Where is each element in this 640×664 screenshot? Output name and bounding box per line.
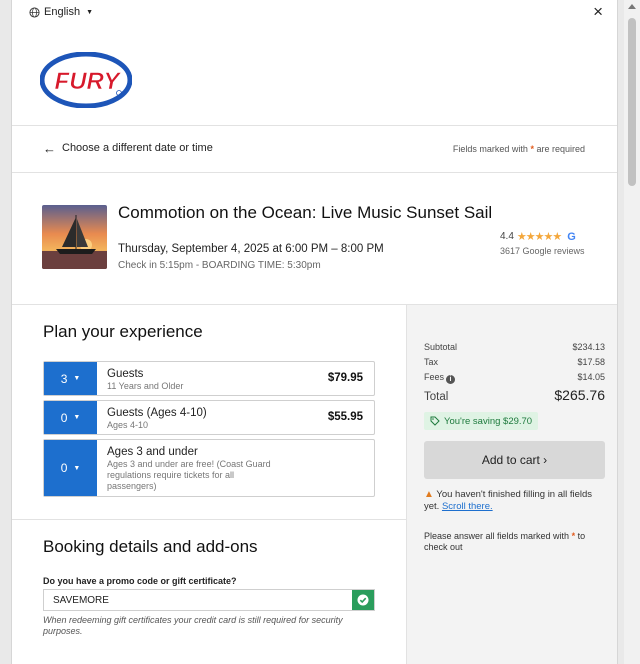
order-summary: Subtotal $234.13 Tax $17.58 Fees i $14.05… <box>406 305 617 664</box>
savings-badge: You're saving $29.70 <box>424 412 539 430</box>
tax-value: $17.58 <box>577 357 605 367</box>
check-icon[interactable] <box>352 590 374 610</box>
event-thumbnail <box>42 205 107 269</box>
booking-title: Booking details and add-ons <box>43 537 258 556</box>
star-rating-icon: ★★★★★ <box>516 231 562 243</box>
ticket-description: Ages 4-10 <box>107 420 149 430</box>
total-row: Total $265.76 <box>424 387 605 403</box>
google-rating[interactable]: 4.4 ★★★★★ G <box>500 230 576 244</box>
plan-title: Plan your experience <box>43 322 203 341</box>
warning-icon: ▲ <box>424 489 434 500</box>
event-summary: Commotion on the Ocean: Live Music Sunse… <box>12 174 617 305</box>
savings-text: You're saving $29.70 <box>444 415 533 427</box>
back-link[interactable]: ← Choose a different date or time <box>43 140 213 156</box>
fees-label: Fees <box>424 372 445 382</box>
arrow-left-icon: ← <box>43 140 56 156</box>
ticket-row: 0 ▼ Guests (Ages 4-10) Ages 4-10 $55.95 <box>43 400 375 435</box>
rating-value: 4.4 <box>500 231 514 242</box>
promo-label: Do you have a promo code or gift certifi… <box>43 576 237 586</box>
ticket-description: Ages 3 and under are free! (Coast Guard … <box>107 459 271 491</box>
back-label: Choose a different date or time <box>62 142 213 154</box>
globe-icon <box>29 6 40 18</box>
add-to-cart-button[interactable]: Add to cart › <box>424 441 605 479</box>
total-value: $265.76 <box>554 387 605 403</box>
ticket-name: Guests (Ages 4-10) <box>107 407 207 419</box>
top-bar: English ▼ × <box>12 0 617 26</box>
subtotal-row: Subtotal $234.13 <box>424 342 605 352</box>
ticket-name: Guests <box>107 368 144 380</box>
tag-icon <box>430 416 440 426</box>
required-prefix: Fields marked with <box>452 144 528 154</box>
caret-down-icon: ▼ <box>86 8 94 16</box>
quantity-select[interactable]: 0 ▼ <box>44 440 97 496</box>
fees-value: $14.05 <box>577 372 605 382</box>
close-icon[interactable]: × <box>593 3 603 20</box>
booking-panel: English ▼ × FURY ← Choose a different da… <box>11 0 618 664</box>
info-icon[interactable]: i <box>446 375 456 384</box>
quantity-value: 3 <box>60 371 68 386</box>
quantity-value: 0 <box>60 461 68 475</box>
checkout-note: Please answer all fields marked with * t… <box>424 531 605 553</box>
quantity-select[interactable]: 3 ▼ <box>44 362 97 395</box>
tax-label: Tax <box>424 357 439 367</box>
incomplete-warning: ▲ You haven't finished filling in all fi… <box>424 489 605 513</box>
promo-code-input[interactable] <box>44 590 352 610</box>
nav-row: ← Choose a different date or time Fields… <box>12 127 617 173</box>
plan-section: Plan your experience 3 ▼ Guests 11 Years … <box>12 305 406 664</box>
logo-area: FURY <box>12 26 617 126</box>
brand-logo: FURY <box>40 52 132 108</box>
language-selector[interactable]: English ▼ <box>29 6 93 18</box>
google-icon: G <box>567 230 576 243</box>
ticket-description: 11 Years and Older <box>107 381 184 391</box>
promo-field <box>43 589 375 611</box>
event-title: Commotion on the Ocean: Live Music Sunse… <box>118 203 493 222</box>
event-date: Thursday, September 4, 2025 at 6:00 PM –… <box>118 243 384 255</box>
answer-star: * <box>571 531 576 541</box>
total-label: Total <box>424 391 449 403</box>
caret-down-icon: ▼ <box>73 375 81 382</box>
caret-down-icon: ▼ <box>73 464 81 472</box>
answer-prefix: Please answer all fields marked with <box>424 531 570 541</box>
ticket-row: 3 ▼ Guests 11 Years and Older $79.95 <box>43 361 375 396</box>
ticket-price: $55.95 <box>327 411 363 423</box>
language-label: English <box>44 6 81 18</box>
divider <box>12 519 406 520</box>
quantity-select[interactable]: 0 ▼ <box>44 401 97 434</box>
ticket-name: Ages 3 and under <box>107 446 198 458</box>
svg-text:FURY: FURY <box>55 68 122 95</box>
ticket-price: $79.95 <box>327 372 363 384</box>
quantity-value: 0 <box>60 410 68 425</box>
subtotal-label: Subtotal <box>424 342 458 352</box>
fees-row: Fees i $14.05 <box>424 372 605 384</box>
ticket-row: 0 ▼ Ages 3 and under Ages 3 and under are… <box>43 439 375 497</box>
required-star: * <box>530 144 534 154</box>
required-note: Fields marked with * are required <box>453 144 585 154</box>
subtotal-value: $234.13 <box>572 342 605 352</box>
scrollbar-thumb[interactable] <box>628 18 636 186</box>
caret-down-icon: ▼ <box>73 414 81 421</box>
event-checkin: Check in 5:15pm - BOARDING TIME: 5:30pm <box>118 260 321 271</box>
scroll-up-icon[interactable] <box>628 4 636 9</box>
page-scrollbar[interactable] <box>624 0 640 664</box>
promo-note: When redeeming gift certificates your cr… <box>43 615 343 636</box>
scroll-there-link[interactable]: Scroll there. <box>442 501 493 512</box>
tax-row: Tax $17.58 <box>424 357 605 367</box>
required-suffix: are required <box>536 144 585 154</box>
review-count: 3617 Google reviews <box>500 246 585 256</box>
